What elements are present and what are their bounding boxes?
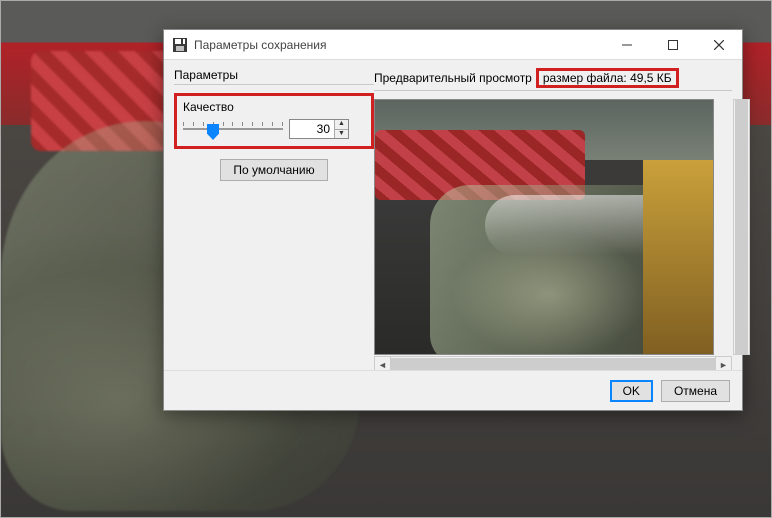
slider-thumb[interactable]: [207, 124, 219, 140]
titlebar[interactable]: Параметры сохранения: [164, 30, 742, 60]
quality-spinner[interactable]: ▲ ▼: [289, 119, 349, 139]
ok-button[interactable]: OK: [610, 380, 653, 402]
chevron-right-icon: ►: [719, 360, 728, 370]
spinner-up[interactable]: ▲: [335, 120, 348, 130]
quality-slider[interactable]: [183, 118, 283, 140]
vertical-scrollbar[interactable]: [733, 99, 750, 355]
filesize-highlight-box: размер файла: 49,5 КБ: [536, 68, 679, 88]
filesize-label: размер файла: 49,5 КБ: [543, 71, 672, 85]
preview-label: Предварительный просмотр: [374, 71, 532, 85]
save-options-dialog: Параметры сохранения Параметры Качество: [163, 29, 743, 411]
maximize-icon: [668, 40, 678, 50]
slider-track: [183, 128, 283, 130]
minimize-icon: [622, 40, 632, 50]
vertical-scroll-thumb[interactable]: [735, 100, 748, 354]
dialog-footer: OK Отмена: [164, 370, 742, 410]
close-icon: [714, 40, 724, 50]
quality-input[interactable]: [290, 120, 334, 138]
spinner-down[interactable]: ▼: [335, 130, 348, 139]
window-title: Параметры сохранения: [194, 38, 604, 52]
maximize-button[interactable]: [650, 30, 696, 60]
default-button[interactable]: По умолчанию: [220, 159, 327, 181]
preview-image: [374, 99, 714, 355]
preview-bottle-label: [643, 160, 713, 355]
parameters-heading: Параметры: [174, 68, 374, 82]
quality-label: Качество: [183, 100, 365, 114]
quality-highlight-box: Качество ▲ ▼: [174, 93, 374, 149]
divider: [174, 84, 374, 85]
divider: [374, 90, 732, 91]
save-icon: [172, 37, 188, 53]
chevron-left-icon: ◄: [378, 360, 387, 370]
minimize-button[interactable]: [604, 30, 650, 60]
close-button[interactable]: [696, 30, 742, 60]
cancel-button[interactable]: Отмена: [661, 380, 730, 402]
